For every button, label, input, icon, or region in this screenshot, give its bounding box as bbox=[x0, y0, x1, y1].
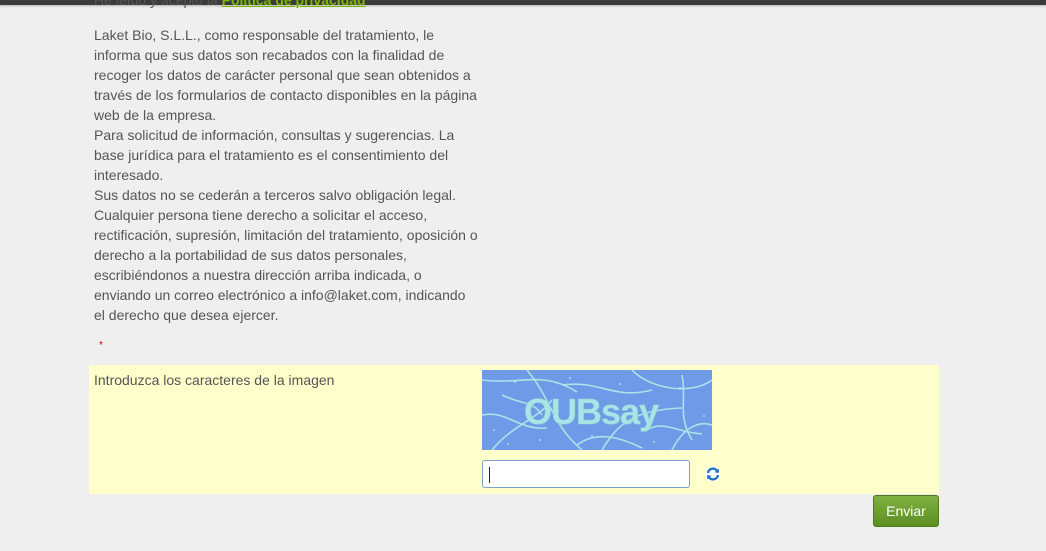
privacy-notice: Laket Bio, S.L.L., como responsable del … bbox=[94, 25, 479, 325]
privacy-paragraph-legal-basis: Para solicitud de información, consultas… bbox=[94, 127, 455, 183]
refresh-icon[interactable] bbox=[705, 466, 721, 482]
captcha-input[interactable] bbox=[482, 460, 690, 488]
captcha-label: Introduzca los caracteres de la imagen bbox=[94, 372, 335, 388]
captcha-image-text: OUBsay bbox=[524, 391, 659, 432]
privacy-policy-link[interactable]: Política de privacidad bbox=[222, 0, 366, 8]
captcha-panel: Introduzca los caracteres de la imagen O… bbox=[89, 365, 939, 494]
required-marker: * bbox=[99, 340, 103, 351]
captcha-image: OUBsay bbox=[482, 370, 712, 450]
submit-button[interactable]: Enviar bbox=[873, 495, 939, 527]
privacy-accept-line: He leído y acepto la Política de privaci… bbox=[94, 0, 366, 10]
privacy-paragraph-rights: Sus datos no se cederán a terceros salvo… bbox=[94, 187, 478, 323]
text-caret bbox=[489, 467, 490, 483]
privacy-accept-text: He leído y acepto la bbox=[94, 0, 222, 8]
privacy-paragraph-controller: Laket Bio, S.L.L., como responsable del … bbox=[94, 27, 477, 123]
